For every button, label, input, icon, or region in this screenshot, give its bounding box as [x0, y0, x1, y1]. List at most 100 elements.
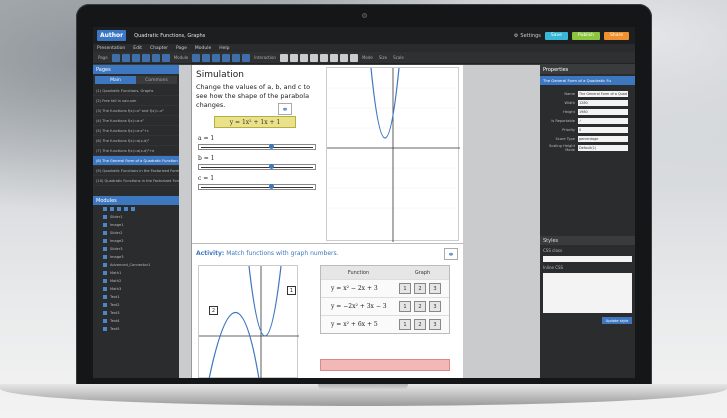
property-label: Width — [564, 100, 575, 105]
page-canvas[interactable]: Simulation Change the values of a, b, an… — [191, 65, 463, 378]
page-list-item[interactable]: (6) The functions f(x)=a(x-d)² — [93, 136, 179, 146]
save-button[interactable]: Save — [544, 31, 568, 40]
property-value[interactable]: percentage — [578, 135, 628, 142]
graph-choice-button[interactable]: 1 — [399, 301, 411, 312]
tool-icon[interactable] — [161, 53, 170, 62]
tool-icon[interactable] — [202, 53, 211, 62]
selected-item[interactable]: The General Form of a Quadratic Fu — [540, 76, 635, 85]
menu-page[interactable]: Page — [176, 46, 187, 51]
module-list-item[interactable]: Text3 — [93, 309, 179, 317]
document-title[interactable]: Quadratic Functions, Graphs — [134, 33, 205, 39]
tool-icon[interactable] — [151, 53, 160, 62]
property-value[interactable]: ✓ — [578, 117, 628, 124]
tool-icon[interactable] — [242, 53, 251, 62]
page-list-item[interactable]: (1) Quadratic Functions, Graphs — [93, 86, 179, 96]
module-list-item[interactable]: Image1 — [93, 221, 179, 229]
tool-icon[interactable] — [232, 53, 241, 62]
slider-c[interactable] — [198, 184, 316, 190]
module-tool-icon[interactable] — [117, 207, 121, 211]
tab-main[interactable]: Main — [95, 76, 136, 84]
function-expression: y = x² − 2x + 3 — [331, 285, 378, 292]
page-list-item[interactable]: (3) The functions f(x)=x² and f(x)=-x² — [93, 106, 179, 116]
update-style-button[interactable]: Update style — [602, 317, 632, 324]
formula-display[interactable]: y = 1x² + 1x + 1 — [214, 116, 296, 128]
slider-a[interactable] — [198, 144, 316, 150]
graph-choice-button[interactable]: 3 — [429, 283, 441, 294]
graph-choice-button[interactable]: 3 — [429, 301, 441, 312]
module-tool-icon[interactable] — [131, 207, 135, 211]
tab-commons[interactable]: Commons — [136, 76, 177, 84]
share-button[interactable]: Share — [604, 31, 629, 40]
slider-b[interactable] — [198, 164, 316, 170]
module-tool-icon[interactable] — [110, 207, 114, 211]
tool-icon[interactable] — [111, 53, 120, 62]
connector-icon[interactable]: ⚭ — [278, 103, 292, 115]
property-value[interactable]: Default(1) — [578, 144, 628, 151]
module-tool-icon[interactable] — [124, 207, 128, 211]
module-list-item[interactable]: Advanced_Connector1 — [93, 261, 179, 269]
tool-icon[interactable] — [299, 53, 308, 62]
tool-icon[interactable] — [131, 53, 140, 62]
module-list-item[interactable]: Text2 — [93, 301, 179, 309]
menu-module[interactable]: Module — [195, 46, 211, 51]
simulation-title[interactable]: Simulation — [196, 70, 244, 80]
page-list-item[interactable]: (8) The General Form of a Quadratic Func… — [93, 156, 179, 166]
menu-chapter[interactable]: Chapter — [150, 46, 168, 51]
menu-edit[interactable]: Edit — [133, 46, 142, 51]
module-list-item[interactable]: Math3 — [93, 285, 179, 293]
inline-css-textarea[interactable] — [543, 273, 632, 313]
tool-icon[interactable] — [192, 53, 201, 62]
parabola-graph[interactable] — [326, 67, 460, 242]
activity-instruction[interactable]: Activity: Match functions with graph num… — [196, 250, 339, 257]
module-list-item[interactable]: Image3 — [93, 253, 179, 261]
module-icon — [103, 295, 107, 299]
module-list-item[interactable]: Math2 — [93, 277, 179, 285]
module-list-item[interactable]: Image2 — [93, 237, 179, 245]
module-list-item[interactable]: Slider3 — [93, 245, 179, 253]
page-list-item[interactable]: (4) The functions f(x)=a·x² — [93, 116, 179, 126]
module-list-item[interactable]: Text5 — [93, 325, 179, 333]
module-list-item[interactable]: Text4 — [93, 317, 179, 325]
tool-icon[interactable] — [309, 53, 318, 62]
tool-icon[interactable] — [349, 53, 358, 62]
settings-button[interactable]: ⚙ Settings — [514, 33, 541, 39]
module-list-item[interactable]: Slider1 — [93, 213, 179, 221]
menu-presentation[interactable]: Presentation — [97, 46, 125, 51]
tool-icon[interactable] — [141, 53, 150, 62]
page-list-item[interactable]: (5) The functions f(x)=a·x²+c — [93, 126, 179, 136]
connector-icon[interactable]: ⚭ — [444, 248, 458, 260]
graph-choice-button[interactable]: 2 — [414, 319, 426, 330]
tool-icon[interactable] — [222, 53, 231, 62]
activity-graph[interactable]: 1 2 — [198, 265, 299, 378]
module-list-item[interactable]: Slider2 — [93, 229, 179, 237]
page-list-item[interactable]: (10) Quadratic Functions in the Factoriz… — [93, 176, 179, 186]
slider-knob[interactable] — [268, 164, 274, 169]
graph-choice-button[interactable]: 2 — [414, 283, 426, 294]
menu-help[interactable]: Help — [219, 46, 229, 51]
graph-choice-button[interactable]: 1 — [399, 319, 411, 330]
property-value[interactable]: 0 — [578, 126, 628, 133]
tool-icon[interactable] — [289, 53, 298, 62]
tool-icon[interactable] — [212, 53, 221, 62]
tool-icon[interactable] — [121, 53, 130, 62]
module-tool-icon[interactable] — [103, 207, 107, 211]
module-list-item[interactable]: Math1 — [93, 269, 179, 277]
tool-icon[interactable] — [339, 53, 348, 62]
page-list-item[interactable]: (9) Quadratic Functions in the Factorize… — [93, 166, 179, 176]
simulation-text[interactable]: Change the values of a, b, and c to see … — [196, 83, 318, 110]
page-list-item[interactable]: (7) The functions f(x)=a(x-d)²+e — [93, 146, 179, 156]
page-list-item[interactable]: (2) Free fall in vacuum — [93, 96, 179, 106]
tool-icon[interactable] — [279, 53, 288, 62]
tool-icon[interactable] — [329, 53, 338, 62]
graph-choice-button[interactable]: 3 — [429, 319, 441, 330]
graph-choice-button[interactable]: 2 — [414, 301, 426, 312]
slider-knob[interactable] — [268, 184, 274, 189]
publish-button[interactable]: Publish — [571, 31, 600, 40]
graph-choice-button[interactable]: 1 — [399, 283, 411, 294]
tool-icon[interactable] — [319, 53, 328, 62]
property-value[interactable]: 1980 — [578, 108, 628, 115]
property-value[interactable]: 1280 — [578, 99, 628, 106]
slider-knob[interactable] — [268, 144, 274, 149]
property-value[interactable]: The General Form of a Quad — [578, 90, 628, 97]
module-list-item[interactable]: Text1 — [93, 293, 179, 301]
